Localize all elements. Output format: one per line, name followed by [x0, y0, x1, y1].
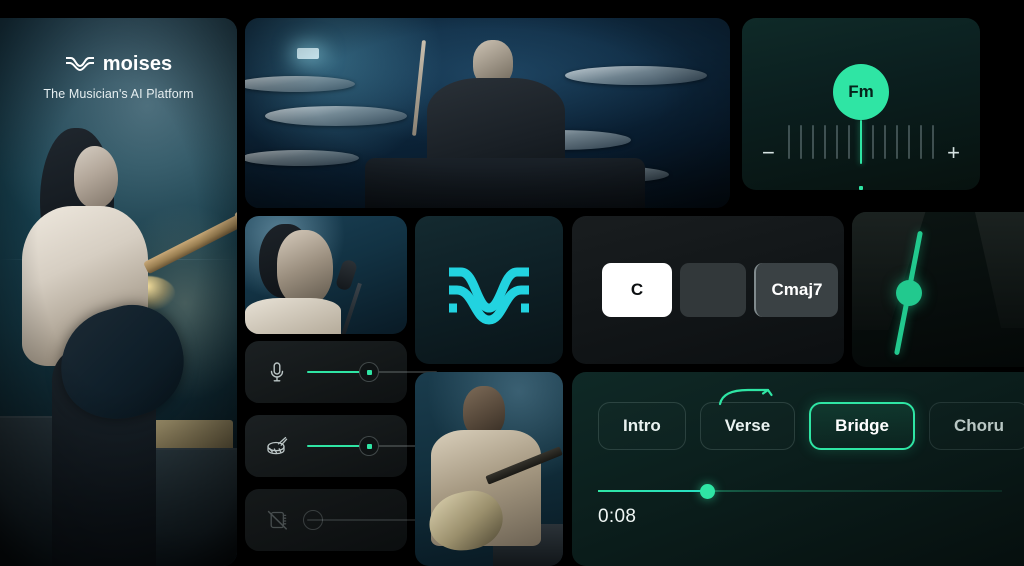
chord-chip-current[interactable]: C [602, 263, 672, 317]
timeline-playhead[interactable] [700, 484, 716, 499]
pitch-increase-button[interactable]: + [947, 142, 960, 164]
section-chip-bridge[interactable]: Bridge [809, 402, 916, 450]
microphone [334, 258, 359, 292]
key-badge[interactable]: Fm [833, 64, 889, 120]
scale-tick [836, 125, 838, 159]
section-chip-chorus[interactable]: Choru [929, 402, 1024, 450]
scale-tick [932, 125, 934, 159]
guitar-muted-icon[interactable] [265, 508, 289, 532]
drum-icon[interactable] [265, 434, 289, 458]
scale-tick [800, 125, 802, 159]
microphone-icon[interactable] [265, 360, 289, 384]
track-row-vocals[interactable] [245, 341, 437, 403]
drummer-video-tile[interactable] [245, 18, 730, 208]
timeline-progress [598, 490, 708, 492]
singer-torso [245, 298, 341, 334]
bassist-video-tile[interactable] [415, 372, 563, 566]
scale-center-marker [859, 186, 863, 190]
track-row-drums[interactable] [245, 415, 437, 477]
singer-head [277, 230, 333, 306]
key-pitch-control-panel[interactable]: Fm − + [742, 18, 980, 190]
drummer-vignette [245, 18, 730, 208]
section-label: Choru [954, 416, 1005, 435]
chord-chip-next[interactable]: Cmaj7 [754, 263, 838, 317]
section-chip-verse[interactable]: Verse [699, 402, 796, 450]
track-row-guitar[interactable] [245, 489, 437, 551]
scale-tick [872, 125, 874, 159]
slider-knob[interactable] [303, 510, 323, 530]
chord-chip-empty[interactable] [680, 263, 746, 317]
hero-guitarist-photo: moises The Musician's AI Platform [0, 18, 237, 566]
scale-tick [920, 125, 922, 159]
scale-tick [884, 125, 886, 159]
slider-knob[interactable] [359, 362, 379, 382]
fader-knob[interactable] [896, 280, 922, 306]
moises-app-icon[interactable] [415, 216, 563, 364]
singer-video-tile[interactable] [245, 216, 407, 334]
pitch-scale[interactable] [788, 120, 934, 164]
scale-tick [896, 125, 898, 159]
scale-tick [848, 125, 850, 159]
pitch-decrease-button[interactable]: − [762, 142, 775, 164]
scale-tick [824, 125, 826, 159]
moises-wave-logo-icon [65, 52, 95, 77]
playback-timeline[interactable] [598, 484, 1002, 499]
song-sections-panel[interactable]: Intro Verse Bridge Choru 0:08 [572, 372, 1024, 566]
chord-chip-label: Cmaj7 [771, 280, 823, 299]
brand-name: moises [102, 53, 173, 75]
section-label: Intro [623, 416, 661, 435]
microphone-stand [340, 282, 362, 334]
moises-collage: moises The Musician's AI Platform Fm − +… [0, 0, 1024, 566]
moises-wave-icon [449, 267, 529, 325]
chord-chip-label: C [630, 280, 644, 299]
scale-tick [788, 125, 790, 159]
chord-panel[interactable]: C Cmaj7 [572, 216, 844, 364]
fader-wedge-right [974, 212, 1024, 328]
key-badge-label: Fm [848, 82, 874, 101]
current-time-label: 0:08 [598, 506, 637, 527]
logo-row: moises [0, 52, 237, 77]
brand-tagline: The Musician's AI Platform [43, 87, 194, 101]
section-chip-list: Intro Verse Bridge Choru [598, 402, 1024, 450]
slider-knob[interactable] [359, 436, 379, 456]
scale-tick-active [860, 120, 862, 164]
section-label: Verse [724, 416, 771, 435]
brand-lockup: moises The Musician's AI Platform [0, 52, 237, 101]
section-chip-intro[interactable]: Intro [598, 402, 686, 450]
scale-tick [812, 125, 814, 159]
section-label: Bridge [835, 416, 890, 435]
diagonal-fader-panel[interactable] [852, 212, 1024, 367]
loop-arrow-icon [718, 388, 773, 406]
scale-tick [908, 125, 910, 159]
